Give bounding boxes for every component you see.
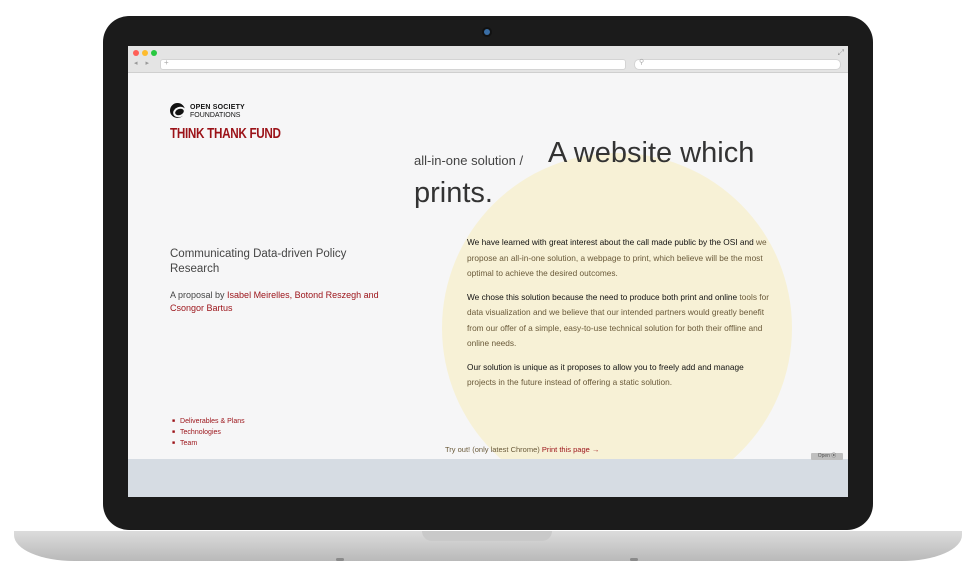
page-subtitle: Communicating Data-driven Policy Researc…	[170, 248, 347, 275]
fund-name: THINK THANK FUND	[170, 125, 281, 142]
browser-toolbar: ◂ ▸ + ⚲ ⤢	[128, 46, 848, 73]
tryout-note: Try out! (only latest Chrome) Print this…	[445, 445, 599, 454]
web-page: OPEN SOCIETY FOUNDATIONS THINK THANK FUN…	[128, 73, 848, 497]
paragraph-rest: projects in the future instead of offeri…	[467, 377, 673, 387]
hero-title-line1: A website which	[548, 137, 755, 169]
paragraph: We chose this solution because the need …	[467, 290, 772, 352]
print-page-link[interactable]: Print this page →	[542, 445, 600, 454]
nav-item-deliverables[interactable]: Deliverables & Plans	[172, 416, 245, 427]
proposal-prefix: A proposal by	[170, 290, 228, 300]
laptop-foot	[630, 558, 638, 561]
minimize-window-button[interactable]	[142, 50, 148, 56]
maximize-window-button[interactable]	[151, 50, 157, 56]
org-name-line2: FOUNDATIONS	[190, 112, 241, 119]
hero-title-line2: prints.	[414, 177, 493, 209]
browser-window: ◂ ▸ + ⚲ ⤢ OPEN SOCIETY FOUNDATIONS THINK…	[128, 46, 848, 497]
back-forward-icon[interactable]: ◂ ▸	[134, 59, 152, 67]
paragraph-lead: We have learned with great interest abou…	[467, 237, 754, 247]
laptop-notch	[422, 531, 552, 541]
nav-item-technologies[interactable]: Technologies	[172, 427, 245, 438]
plus-icon: +	[164, 58, 169, 67]
paragraph-lead: We chose this solution because the need …	[467, 291, 738, 302]
search-icon: ⚲	[639, 59, 645, 66]
org-name-line1: OPEN SOCIETY	[190, 104, 245, 111]
corner-badge[interactable]: Open ⦿	[811, 453, 843, 460]
tryout-prefix: Try out! (only latest Chrome)	[445, 445, 540, 454]
osf-logo-icon	[170, 103, 185, 118]
body-text: We have learned with great interest abou…	[467, 235, 772, 399]
proposal-credit: A proposal by Isabel Meirelles, Botond R…	[170, 289, 385, 315]
camera-icon	[484, 29, 490, 35]
fullscreen-icon[interactable]: ⤢	[838, 48, 844, 58]
paragraph-lead: Our solution is unique as it proposes to…	[467, 361, 744, 372]
hero-prefix: all-in-one solution /	[414, 153, 524, 168]
close-window-button[interactable]	[133, 50, 139, 56]
laptop-foot	[336, 558, 344, 561]
url-input[interactable]: +	[160, 58, 626, 70]
lower-band	[128, 459, 848, 497]
paragraph: Our solution is unique as it proposes to…	[467, 360, 772, 391]
nav-item-team[interactable]: Team	[172, 438, 245, 449]
search-input[interactable]: ⚲	[634, 59, 841, 70]
paragraph: We have learned with great interest abou…	[467, 235, 772, 282]
page-nav: Deliverables & Plans Technologies Team	[172, 416, 245, 449]
